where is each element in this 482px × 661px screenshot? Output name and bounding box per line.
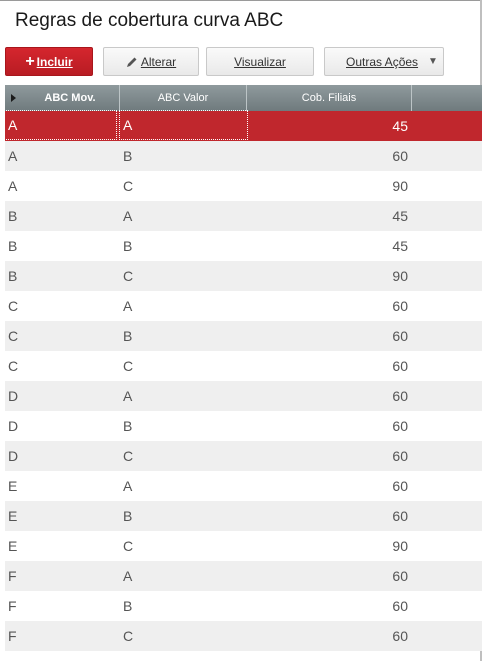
cell-cob-filiais: 90 (392, 178, 408, 194)
cell-abc-mov: C (8, 328, 19, 344)
cell-abc-mov: F (8, 628, 17, 644)
table-row[interactable]: B A 45 (5, 201, 482, 231)
cell-abc-mov: F (8, 598, 17, 614)
cell-abc-mov: B (8, 238, 18, 254)
cell-cob-filiais: 45 (392, 208, 408, 224)
table-row[interactable]: C B 60 (5, 321, 482, 351)
cell-abc-mov: E (8, 508, 18, 524)
cell-cob-filiais: 90 (392, 538, 408, 554)
cell-abc-valor: C (123, 538, 134, 554)
cell-cob-filiais: 60 (392, 478, 408, 494)
window-top-border (0, 0, 482, 1)
table-row[interactable]: B C 90 (5, 261, 482, 291)
cell-abc-mov: C (8, 298, 19, 314)
rules-grid: ABC Mov. ABC Valor Cob. Filiais A A 45 A B 60… (4, 85, 482, 651)
cell-abc-valor: B (123, 508, 133, 524)
cell-abc-valor: A (123, 478, 133, 494)
header-cob-filiais[interactable]: Cob. Filiais (247, 85, 412, 111)
cell-cob-filiais: 60 (392, 418, 408, 434)
cell-cob-filiais: 60 (392, 358, 408, 374)
table-row[interactable]: E B 60 (5, 501, 482, 531)
cell-cob-filiais: 60 (392, 628, 408, 644)
header-filler (412, 85, 482, 111)
visualizar-button[interactable]: Visualizar (206, 47, 314, 76)
cell-cob-filiais: 60 (392, 298, 408, 314)
table-row[interactable]: D B 60 (5, 411, 482, 441)
pencil-icon (126, 57, 137, 67)
cell-abc-valor: A (123, 388, 133, 404)
table-row[interactable]: D A 60 (5, 381, 482, 411)
cell-abc-mov: B (8, 268, 18, 284)
table-row[interactable]: A C 90 (5, 171, 482, 201)
cell-abc-valor: A (123, 568, 133, 584)
cell-abc-mov: E (8, 478, 18, 494)
table-row[interactable]: B B 45 (5, 231, 482, 261)
grid-header: ABC Mov. ABC Valor Cob. Filiais (5, 85, 482, 111)
incluir-label: Incluir (36, 54, 73, 69)
table-row[interactable]: C A 60 (5, 291, 482, 321)
cell-cob-filiais: 45 (392, 238, 408, 254)
outras-acoes-label: Outras Ações (346, 54, 419, 69)
cell-abc-valor: B (123, 238, 133, 254)
cell-abc-valor: A (119, 110, 248, 140)
cell-abc-valor: C (123, 628, 134, 644)
cell-cob-filiais: 60 (392, 508, 408, 524)
cell-abc-mov: C (8, 358, 19, 374)
row-indicator-icon (10, 94, 16, 102)
table-row[interactable]: D C 60 (5, 441, 482, 471)
incluir-button[interactable]: + Incluir (5, 47, 93, 76)
cell-abc-valor: A (123, 298, 133, 314)
grid-body: A A 45 A B 60 A C 90 B A 45 B B 45 B C 90 C A 60 C B 60 C C 60 D A 60… (4, 110, 482, 651)
cell-abc-valor: A (123, 208, 133, 224)
cell-cob-filiais: 60 (392, 598, 408, 614)
toolbar: + Incluir Alterar Visualizar Outras Açõe… (5, 47, 475, 78)
table-row[interactable]: E A 60 (5, 471, 482, 501)
cell-abc-valor: B (123, 328, 133, 344)
cell-abc-mov: A (4, 110, 117, 140)
header-abc-valor[interactable]: ABC Valor (120, 85, 247, 111)
table-row[interactable]: A A 45 (4, 110, 482, 141)
cell-cob-filiais: 60 (392, 568, 408, 584)
page-title: Regras de cobertura curva ABC (15, 10, 284, 31)
cell-abc-valor: C (123, 448, 134, 464)
cell-cob-filiais: 60 (392, 148, 408, 164)
cell-abc-mov: D (8, 418, 19, 434)
table-row[interactable]: A B 60 (5, 141, 482, 171)
cell-cob-filiais: 90 (392, 268, 408, 284)
alterar-label: Alterar (140, 54, 177, 69)
cell-abc-mov: B (8, 208, 18, 224)
alterar-button[interactable]: Alterar (103, 47, 199, 76)
cell-abc-valor: B (123, 148, 133, 164)
cell-abc-valor: C (123, 358, 134, 374)
cell-abc-mov: D (8, 388, 19, 404)
table-row[interactable]: C C 60 (5, 351, 482, 381)
table-row[interactable]: F A 60 (5, 561, 482, 591)
plus-icon: + (25, 52, 35, 70)
cell-abc-mov: E (8, 538, 18, 554)
visualizar-label: Visualizar (234, 54, 286, 69)
table-row[interactable]: F B 60 (5, 591, 482, 621)
cell-abc-valor: C (123, 178, 134, 194)
cell-abc-mov: A (8, 148, 18, 164)
cell-cob-filiais: 60 (392, 328, 408, 344)
table-row[interactable]: F C 60 (5, 621, 482, 651)
row-indicator-header (5, 85, 21, 111)
caret-down-icon[interactable]: ▼ (423, 48, 443, 75)
cell-abc-valor: C (123, 268, 134, 284)
cell-abc-mov: A (8, 178, 18, 194)
header-abc-mov[interactable]: ABC Mov. (21, 85, 120, 111)
cell-abc-mov: D (8, 448, 19, 464)
cell-abc-mov: F (8, 568, 17, 584)
cell-cob-filiais: 60 (392, 388, 408, 404)
cell-abc-valor: B (123, 598, 133, 614)
cell-abc-valor: B (123, 418, 133, 434)
cell-cob-filiais: 60 (392, 448, 408, 464)
cell-cob-filiais: 45 (392, 118, 408, 134)
table-row[interactable]: E C 90 (5, 531, 482, 561)
outras-acoes-button[interactable]: Outras Ações ▼ (324, 47, 444, 76)
